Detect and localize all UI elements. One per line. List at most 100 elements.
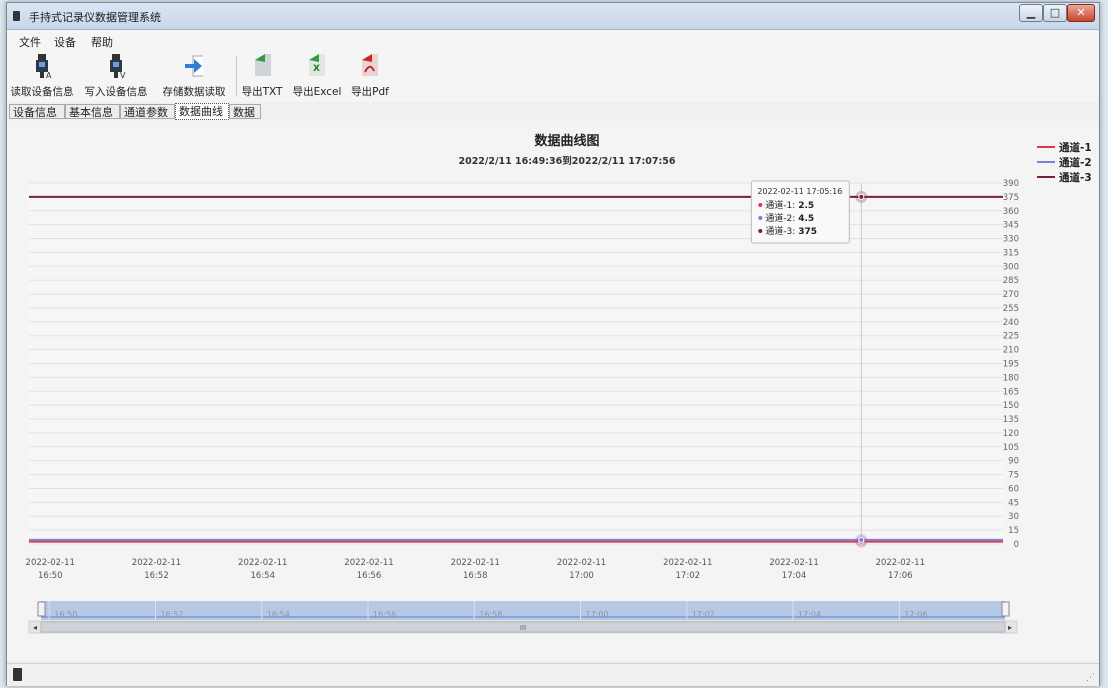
tooltip-row-3: 通道-3: 375	[765, 225, 817, 237]
chart-panel: 数据曲线图 2022/2/11 16:49:36到2022/2/11 17:07:…	[7, 121, 1099, 661]
x-tick-time: 16:54	[251, 571, 276, 581]
tab-data-curve[interactable]: 数据曲线	[175, 103, 229, 120]
y-tick-label: 240	[1003, 318, 1019, 328]
menu-bar: 文件 设备 帮助	[7, 30, 1099, 50]
svg-text:V: V	[120, 71, 126, 78]
y-tick-label: 90	[1008, 457, 1019, 467]
tooltip-row-value: 2.5	[798, 201, 814, 211]
tooltip-row-1: 通道-1: 2.5	[765, 199, 814, 211]
toolbar-separator	[236, 56, 237, 96]
toolbar: A 读取设备信息 V 写入设备信息 存储数据读取 导出TXT X 导出Excel…	[7, 50, 1099, 102]
close-button[interactable]: ✕	[1067, 4, 1095, 22]
maximize-button[interactable]: □	[1043, 4, 1067, 22]
resize-grip-icon[interactable]: ⋰	[1086, 673, 1095, 683]
tooltip-row-label: 通道-2:	[765, 212, 798, 224]
y-tick-label: 135	[1003, 415, 1019, 425]
navigator-tick-label: 16:54	[267, 610, 290, 619]
y-tick-label: 15	[1008, 526, 1019, 536]
read-device-button[interactable]: A 读取设备信息	[9, 50, 75, 100]
y-tick-label: 75	[1008, 471, 1019, 481]
window-title: 手持式记录仪数据管理系统	[29, 11, 161, 24]
y-tick-label: 270	[1003, 290, 1019, 300]
import-arrow-icon	[185, 55, 203, 77]
y-tick-label: 300	[1003, 262, 1019, 272]
y-tick-label: 45	[1008, 498, 1019, 508]
x-tick-time: 16:56	[357, 571, 382, 581]
y-tick-label: 0	[1014, 540, 1019, 550]
scroll-left-icon[interactable]: ◂	[33, 623, 37, 632]
tab-data[interactable]: 数据	[229, 104, 261, 119]
x-tick-date: 2022-02-11	[557, 558, 606, 568]
y-tick-label: 150	[1003, 401, 1019, 411]
y-tick-label: 210	[1003, 346, 1019, 356]
x-tick-time: 17:06	[888, 571, 913, 581]
scrollbar-grip: III	[520, 624, 526, 632]
navigator-tick-label: 17:06	[904, 610, 927, 619]
x-tick-date: 2022-02-11	[663, 558, 712, 568]
svg-text:X: X	[313, 64, 320, 74]
x-tick-date: 2022-02-11	[769, 558, 818, 568]
usb-write-icon: V	[110, 54, 126, 78]
export-excel-label: 导出Excel	[292, 86, 342, 98]
minimize-button[interactable]: ▁	[1019, 4, 1043, 22]
y-tick-label: 225	[1003, 332, 1019, 342]
export-txt-button[interactable]: 导出TXT	[239, 50, 285, 100]
tab-basic-info[interactable]: 基本信息	[65, 104, 120, 119]
navigator-tick-label: 16:56	[373, 610, 396, 619]
pdf-file-icon	[362, 54, 378, 76]
read-stored-button[interactable]: 存储数据读取	[159, 50, 229, 100]
x-tick-time: 16:50	[38, 571, 63, 581]
read-stored-label: 存储数据读取	[162, 86, 226, 98]
export-excel-button[interactable]: X 导出Excel	[289, 50, 345, 100]
tooltip-row-value: 4.5	[798, 214, 814, 224]
hover-point-2	[858, 536, 865, 543]
tooltip-row-label: 通道-3:	[765, 225, 798, 237]
y-tick-label: 195	[1003, 360, 1019, 370]
navigator-tick-label: 17:00	[586, 610, 609, 619]
y-tick-label: 285	[1003, 276, 1019, 286]
x-tick-time: 17:04	[782, 571, 807, 581]
menu-help[interactable]: 帮助	[91, 34, 113, 50]
x-tick-date: 2022-02-11	[876, 558, 925, 568]
tab-channel-params[interactable]: 通道参数	[120, 104, 175, 119]
y-tick-label: 255	[1003, 304, 1019, 314]
menu-device[interactable]: 设备	[54, 34, 76, 50]
y-tick-label: 30	[1008, 512, 1019, 522]
scroll-right-icon[interactable]: ▸	[1008, 623, 1012, 632]
device-icon	[13, 11, 20, 21]
write-device-button[interactable]: V 写入设备信息	[79, 50, 153, 100]
txt-file-icon	[255, 54, 271, 76]
tooltip-row-2: 通道-2: 4.5	[765, 212, 814, 224]
usb-status-icon	[13, 668, 22, 681]
y-tick-label: 105	[1003, 443, 1019, 453]
y-tick-label: 330	[1003, 235, 1019, 245]
y-tick-label: 60	[1008, 484, 1019, 494]
y-tick-label: 360	[1003, 207, 1019, 217]
tooltip-marker-3	[758, 229, 763, 233]
navigator-tick-label: 16:50	[54, 610, 77, 619]
legend-label-1: 通道-1	[1059, 141, 1092, 154]
tooltip-time: 2022-02-11 17:05:16	[757, 187, 842, 196]
maximize-icon: □	[1049, 6, 1061, 19]
chart-svg: 数据曲线图 2022/2/11 16:49:36到2022/2/11 17:07:…	[26, 133, 1092, 634]
export-pdf-label: 导出Pdf	[351, 86, 389, 98]
export-pdf-button[interactable]: 导出Pdf	[347, 50, 393, 100]
navigator-tick-label: 17:04	[798, 610, 821, 619]
navigator-tick-label: 16:58	[479, 610, 502, 619]
navigator-right-handle[interactable]	[1001, 601, 1010, 617]
y-tick-label: 180	[1003, 373, 1019, 383]
y-tick-label: 345	[1003, 221, 1019, 231]
y-tick-label: 375	[1003, 193, 1019, 203]
navigator-left-handle[interactable]	[37, 601, 46, 617]
x-tick-date: 2022-02-11	[238, 558, 287, 568]
tooltip-row-value: 375	[798, 227, 817, 237]
write-device-label: 写入设备信息	[84, 86, 148, 98]
x-tick-time: 17:02	[676, 571, 701, 581]
menu-file[interactable]: 文件	[19, 34, 41, 50]
legend-label-2: 通道-2	[1059, 156, 1092, 169]
y-tick-label: 165	[1003, 387, 1019, 397]
tab-device-info[interactable]: 设备信息	[9, 104, 65, 119]
close-icon: ✕	[1076, 6, 1086, 19]
hover-point-3	[858, 193, 865, 200]
x-tick-date: 2022-02-11	[26, 558, 75, 568]
